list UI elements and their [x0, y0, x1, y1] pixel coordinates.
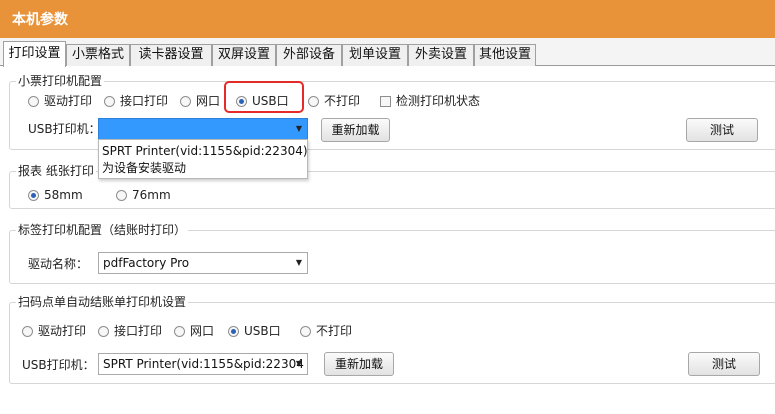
- scan-order-printer-group-title: 扫码点单自动结账单打印机设置: [16, 295, 189, 309]
- radio-icon: [300, 326, 311, 337]
- scan-radio-interface[interactable]: 接口打印: [98, 324, 162, 338]
- radio-selected-icon: [28, 190, 39, 201]
- chevron-down-icon: ▼: [295, 359, 302, 368]
- report-paper-group-title: 报表 纸张打印: [16, 164, 96, 178]
- check-printer-status-checkbox[interactable]: 检测打印机状态: [380, 94, 480, 108]
- radio-icon: [180, 96, 191, 107]
- dropdown-item-sprt-printer[interactable]: SPRT Printer(vid:1155&pid:22304): [102, 143, 308, 159]
- radio-icon: [28, 96, 39, 107]
- radio-icon: [104, 96, 115, 107]
- chevron-down-icon: ▼: [295, 124, 302, 133]
- tab-print-settings[interactable]: 打印设置: [3, 41, 66, 67]
- radio-icon: [98, 326, 109, 337]
- scan-radio-usb[interactable]: USB口: [228, 324, 281, 338]
- tab-card-reader[interactable]: 读卡器设置: [130, 44, 212, 66]
- receipt-printer-group-title: 小票打印机配置: [16, 74, 105, 88]
- receipt-radio-network[interactable]: 网口: [180, 94, 220, 108]
- scan-reload-button[interactable]: 重新加载: [324, 352, 394, 376]
- radio-icon: [116, 190, 127, 201]
- label-printer-group-title: 标签打印机配置（结账时打印）: [16, 223, 189, 237]
- tab-other[interactable]: 其他设置: [474, 44, 536, 66]
- scan-radio-network[interactable]: 网口: [174, 324, 214, 338]
- paper-radio-76mm[interactable]: 76mm: [116, 188, 171, 202]
- tab-takeout[interactable]: 外卖设置: [408, 44, 474, 66]
- print-settings-panel: 小票打印机配置 驱动打印 接口打印 网口 USB口 不打印 检测打印机状态 US…: [0, 66, 775, 414]
- scan-radio-no-print[interactable]: 不打印: [300, 324, 352, 338]
- usb-option-highlight: [224, 81, 304, 113]
- receipt-usb-printer-select[interactable]: ▼: [98, 118, 308, 140]
- scan-usb-printer-select[interactable]: SPRT Printer(vid:1155&pid:22304 ▼: [98, 353, 308, 375]
- tab-receipt-format[interactable]: 小票格式: [66, 44, 130, 66]
- scan-radio-driver[interactable]: 驱动打印: [22, 324, 86, 338]
- scan-test-button[interactable]: 测试: [688, 352, 760, 376]
- chevron-down-icon: ▼: [295, 258, 302, 267]
- radio-icon: [308, 96, 319, 107]
- window-title: 本机参数: [12, 12, 68, 28]
- tab-strip: 打印设置 小票格式 读卡器设置 双屏设置 外部设备 划单设置 外卖设置 其他设置: [0, 38, 775, 67]
- tab-dual-screen[interactable]: 双屏设置: [212, 44, 276, 66]
- receipt-usb-printer-label: USB打印机：: [28, 122, 101, 136]
- radio-icon: [174, 326, 185, 337]
- receipt-test-button[interactable]: 测试: [686, 118, 758, 142]
- title-bar: 本机参数: [0, 0, 775, 38]
- radio-selected-icon: [228, 326, 239, 337]
- usb-printer-dropdown: SPRT Printer(vid:1155&pid:22304) 为设备安装驱动: [98, 139, 308, 179]
- receipt-radio-driver[interactable]: 驱动打印: [28, 94, 92, 108]
- tab-order-marking[interactable]: 划单设置: [342, 44, 408, 66]
- receipt-radio-interface[interactable]: 接口打印: [104, 94, 168, 108]
- receipt-reload-button[interactable]: 重新加载: [321, 118, 390, 142]
- scan-usb-printer-label: USB打印机：: [22, 358, 95, 372]
- dropdown-item-install-driver[interactable]: 为设备安装驱动: [102, 160, 186, 176]
- driver-name-label: 驱动名称：: [28, 257, 89, 271]
- tab-external-devices[interactable]: 外部设备: [276, 44, 342, 66]
- checkbox-icon: [380, 96, 391, 107]
- receipt-radio-no-print[interactable]: 不打印: [308, 94, 360, 108]
- radio-icon: [22, 326, 33, 337]
- label-driver-select[interactable]: pdfFactory Pro ▼: [98, 252, 308, 274]
- paper-radio-58mm[interactable]: 58mm: [28, 188, 83, 202]
